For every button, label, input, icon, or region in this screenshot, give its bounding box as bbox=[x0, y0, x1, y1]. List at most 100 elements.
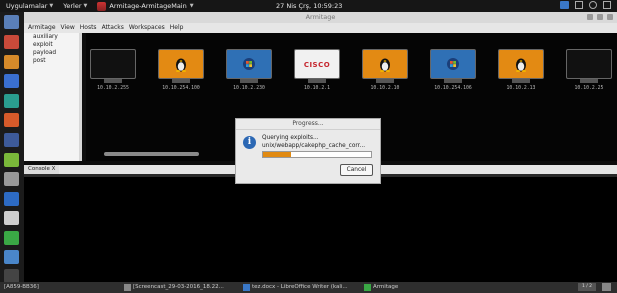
taskbar-item-label: Armitage bbox=[373, 284, 399, 290]
dialog-line-1: Querying exploits... bbox=[262, 135, 319, 141]
menu-attacks[interactable]: Attacks bbox=[102, 23, 124, 33]
volume-icon[interactable] bbox=[589, 1, 597, 9]
host-screen bbox=[362, 49, 408, 79]
trash-icon[interactable] bbox=[602, 283, 611, 291]
host-item[interactable]: 10.10.254.106 bbox=[430, 49, 476, 97]
maximize-icon[interactable] bbox=[597, 14, 603, 20]
dock-app-5-icon[interactable] bbox=[4, 94, 19, 108]
progress-bar bbox=[262, 151, 372, 158]
windows-icon bbox=[447, 58, 459, 70]
monitor-stand bbox=[240, 79, 258, 83]
armitage-app-icon bbox=[97, 1, 107, 11]
taskbar-item[interactable]: tez.docx - LibreOffice Writer (kali... bbox=[243, 283, 358, 292]
host-item[interactable]: 10.10.2.25 bbox=[566, 49, 612, 97]
taskbar-item[interactable]: [Screencast_29-03-2016_18.22... bbox=[124, 283, 234, 292]
dock-app-3-icon[interactable] bbox=[4, 55, 19, 69]
console-pane[interactable] bbox=[24, 174, 617, 282]
module-payload[interactable]: payload bbox=[24, 49, 82, 57]
tab-console-label: Console bbox=[28, 166, 50, 172]
dialog-message: Querying exploits... unix/webapp/cakephp… bbox=[262, 134, 365, 150]
linux-icon bbox=[380, 58, 390, 72]
taskbar-item[interactable]: [A859-BB36] bbox=[4, 283, 64, 292]
menu-armitage[interactable]: Armitage bbox=[28, 23, 56, 33]
progress-dialog: Progress... i Querying exploits... unix/… bbox=[235, 118, 381, 184]
progress-fill bbox=[263, 152, 292, 157]
host-item[interactable]: 10.10.254.100 bbox=[158, 49, 204, 97]
close-icon[interactable] bbox=[607, 14, 613, 20]
taskbar-item-label: tez.docx - LibreOffice Writer (kali... bbox=[252, 284, 348, 290]
monitor-stand bbox=[376, 79, 394, 83]
host-screen bbox=[226, 49, 272, 79]
dock-app-11-icon[interactable] bbox=[4, 211, 19, 225]
active-app-menu[interactable]: Armitage-ArmitageMain ▼ bbox=[97, 1, 194, 11]
module-browser: auxiliary exploit payload post bbox=[24, 33, 82, 161]
active-app-label: Armitage-ArmitageMain bbox=[109, 2, 187, 10]
host-label: 10.10.2.13 bbox=[506, 86, 536, 91]
top-panel: Uygulamalar ▼ Yerler ▼ Armitage-Armitage… bbox=[0, 0, 617, 12]
host-item[interactable]: 10.10.2.10 bbox=[362, 49, 408, 97]
menu-hosts[interactable]: Hosts bbox=[80, 23, 97, 33]
window-titlebar[interactable]: Armitage bbox=[24, 12, 617, 23]
dock-app-12-icon[interactable] bbox=[4, 231, 19, 245]
host-item[interactable]: 10.10.2.255 bbox=[90, 49, 136, 97]
dialog-title: Progress... bbox=[236, 119, 380, 130]
host-label: 10.10.2.230 bbox=[233, 86, 265, 91]
host-screen bbox=[90, 49, 136, 79]
dock-app-1-icon[interactable] bbox=[4, 15, 19, 29]
dock-app-7-icon[interactable] bbox=[4, 133, 19, 147]
taskbar: [A859-BB36] [Screencast_29-03-2016_18.22… bbox=[0, 282, 617, 293]
places-label: Yerler bbox=[63, 2, 82, 10]
dock-app-6-icon[interactable] bbox=[4, 113, 19, 127]
system-tray bbox=[560, 1, 611, 9]
dock-app-14-icon[interactable] bbox=[4, 269, 19, 283]
module-auxiliary[interactable]: auxiliary bbox=[24, 33, 82, 41]
dock bbox=[0, 12, 24, 283]
host-label: 10.10.254.100 bbox=[162, 86, 200, 91]
applications-menu[interactable]: Uygulamalar ▼ bbox=[6, 2, 53, 10]
host-item[interactable]: 10.10.2.230 bbox=[226, 49, 272, 97]
tab-console[interactable]: Console X bbox=[24, 165, 60, 174]
host-item[interactable]: 10.10.2.13 bbox=[498, 49, 544, 97]
module-scrollbar[interactable] bbox=[79, 33, 82, 161]
workspace-pager[interactable]: 1 / 2 bbox=[578, 283, 596, 291]
monitor-stand bbox=[580, 79, 598, 83]
host-screen bbox=[498, 49, 544, 79]
minimize-icon[interactable] bbox=[587, 14, 593, 20]
module-exploit[interactable]: exploit bbox=[24, 41, 82, 49]
targets-scrollbar[interactable] bbox=[104, 152, 199, 156]
taskbar-item-label: [A859-BB36] bbox=[4, 284, 39, 290]
host-screen bbox=[566, 49, 612, 79]
host-screen bbox=[430, 49, 476, 79]
dock-app-8-icon[interactable] bbox=[4, 153, 19, 167]
network-icon[interactable] bbox=[575, 1, 583, 9]
host-item[interactable]: CISCO 10.10.2.1 bbox=[294, 49, 340, 97]
dock-app-9-icon[interactable] bbox=[4, 172, 19, 186]
power-icon[interactable] bbox=[603, 1, 611, 9]
dock-app-13-icon[interactable] bbox=[4, 250, 19, 264]
applications-label: Uygulamalar bbox=[6, 2, 48, 10]
window-icon bbox=[124, 284, 131, 291]
host-screen: CISCO bbox=[294, 49, 340, 79]
menu-view[interactable]: View bbox=[61, 23, 75, 33]
dock-app-10-icon[interactable] bbox=[4, 192, 19, 206]
chevron-down-icon: ▼ bbox=[49, 3, 54, 9]
host-label: 10.10.2.25 bbox=[574, 86, 604, 91]
windows-icon bbox=[243, 58, 255, 70]
monitor-stand bbox=[104, 79, 122, 83]
cancel-button[interactable]: Cancel bbox=[340, 164, 373, 176]
dock-app-2-icon[interactable] bbox=[4, 35, 19, 49]
workspace-icon[interactable] bbox=[560, 1, 569, 9]
chevron-down-icon: ▼ bbox=[83, 3, 88, 9]
monitor-stand bbox=[172, 79, 190, 83]
clock[interactable]: 27 Nis Çrş, 10:59:23 bbox=[276, 2, 342, 10]
menu-workspaces[interactable]: Workspaces bbox=[129, 23, 165, 33]
taskbar-item[interactable]: Armitage bbox=[364, 283, 444, 292]
host-screen bbox=[158, 49, 204, 79]
cisco-logo: CISCO bbox=[303, 61, 331, 69]
tab-close-icon[interactable]: X bbox=[52, 166, 56, 172]
places-menu[interactable]: Yerler ▼ bbox=[63, 2, 87, 10]
window-controls bbox=[587, 14, 613, 20]
dock-app-4-icon[interactable] bbox=[4, 74, 19, 88]
menu-help[interactable]: Help bbox=[170, 23, 184, 33]
module-post[interactable]: post bbox=[24, 57, 82, 65]
